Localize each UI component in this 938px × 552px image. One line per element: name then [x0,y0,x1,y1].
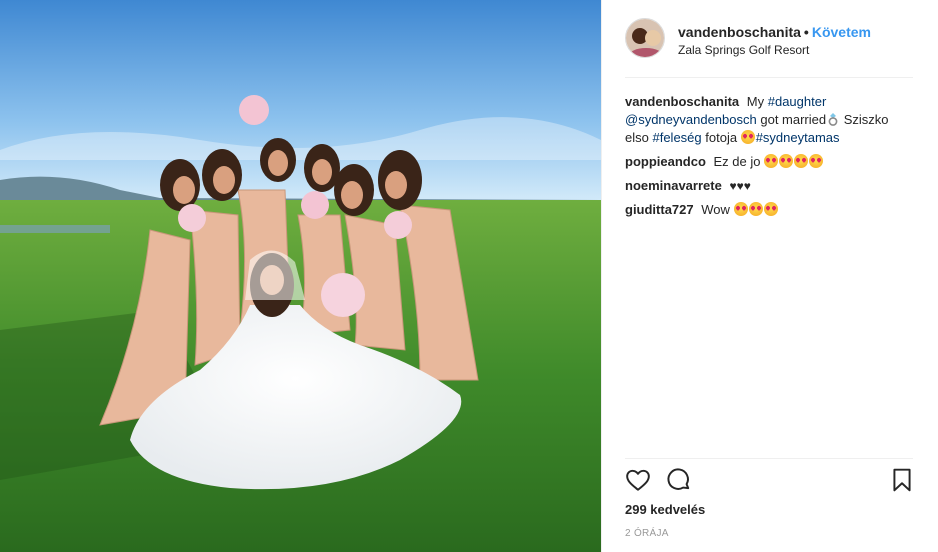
post-sidebar: vandenboschanita • Követem Zala Springs Go… [601,0,938,552]
comment-text: Ez de jo [713,154,761,169]
author-avatar[interactable] [625,18,665,58]
comment-item: poppieandco Ez de jo [625,153,915,171]
wedding-photo-image [0,0,601,552]
heart-eyes-emoji-icon [779,154,794,168]
heart-eyes-emoji-icon [809,154,824,168]
bookmark-icon [893,468,911,492]
heart-eyes-emoji-icon [764,154,779,168]
comment-username[interactable]: giuditta727 [625,202,694,217]
heart-eyes-emoji-icon [733,202,748,216]
comment-item: noeminavarrete ♥♥♥ [625,177,915,195]
comments-list: vandenboschanita My #daughter @sydneyvan… [625,93,915,225]
author-row: vandenboschanita • Követem [678,24,871,40]
follow-button[interactable]: Követem [812,24,871,40]
caption-text: got married [760,112,827,127]
author-username[interactable]: vandenboschanita [678,24,801,40]
header-divider [625,77,913,78]
heart-eyes-emoji-icon [748,202,763,216]
likes-count[interactable]: 299 kedvelés [625,502,705,517]
hashtag-link[interactable]: #sydneytamas [756,130,840,145]
post-header: vandenboschanita • Követem Zala Springs Go… [602,0,938,78]
action-bar [625,467,915,493]
hashtag-link[interactable]: #feleség [652,130,701,145]
comment-username[interactable]: noeminavarrete [625,178,722,193]
like-button[interactable] [625,467,651,493]
ring-emoji-icon [828,113,838,126]
caption: vandenboschanita My #daughter @sydneyvan… [625,93,915,147]
comment-button[interactable] [666,467,692,493]
comment-text: Wow [701,202,730,217]
caption-text: fotoja [705,130,738,145]
avatar-image [626,19,664,57]
post-photo[interactable] [0,0,601,552]
heart-icon [626,469,650,491]
comment-text: ♥♥♥ [729,179,751,193]
comment-icon [667,468,690,490]
post-timestamp[interactable]: 2 ÓRÁJA [625,528,669,539]
save-button[interactable] [889,467,915,493]
caption-username[interactable]: vandenboschanita [625,94,739,109]
mention-link[interactable]: @sydneyvandenbosch [625,112,757,127]
comment-item: giuditta727 Wow [625,201,915,219]
heart-eyes-emoji-icon [740,130,755,144]
heart-eyes-emoji-icon [763,202,778,216]
post-location[interactable]: Zala Springs Golf Resort [678,43,809,57]
actions-divider [625,458,913,459]
separator-dot: • [803,24,809,40]
heart-eyes-emoji-icon [794,154,809,168]
caption-text: My [746,94,765,109]
comment-username[interactable]: poppieandco [625,154,706,169]
hashtag-link[interactable]: #daughter [768,94,827,109]
